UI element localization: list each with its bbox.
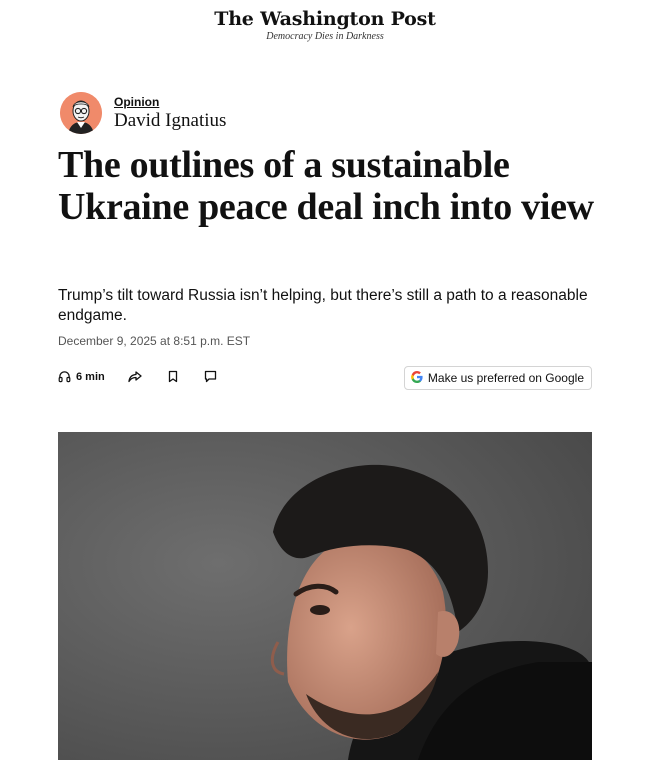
listen-button[interactable]: 6 min xyxy=(58,370,105,383)
google-icon xyxy=(410,370,424,386)
article-toolbar: 6 min Make us preferred on Google xyxy=(58,366,592,390)
byline-text: Opinion David Ignatius xyxy=(114,95,226,132)
section-link-opinion[interactable]: Opinion xyxy=(114,95,226,109)
make-preferred-on-google-button[interactable]: Make us preferred on Google xyxy=(403,366,592,390)
lead-photo[interactable] xyxy=(58,432,592,760)
article-subheadline: Trump’s tilt toward Russia isn’t helping… xyxy=(58,287,588,324)
masthead-tagline: Democracy Dies in Darkness xyxy=(266,31,384,42)
comment-icon xyxy=(204,370,217,383)
author-avatar[interactable] xyxy=(60,92,102,134)
byline: Opinion David Ignatius xyxy=(60,92,226,134)
publish-timestamp: December 9, 2025 at 8:51 p.m. EST xyxy=(58,334,251,348)
lead-photo-portrait xyxy=(58,432,592,760)
headphones-icon xyxy=(58,370,71,383)
bookmark-icon xyxy=(167,370,179,383)
save-button[interactable] xyxy=(167,370,179,383)
make-preferred-on-google-label: Make us preferred on Google xyxy=(427,371,584,385)
share-button[interactable] xyxy=(128,370,142,383)
share-icon xyxy=(128,370,142,383)
listen-duration: 6 min xyxy=(76,370,105,383)
author-portrait-illustration xyxy=(60,92,102,134)
masthead: The Washington Post Democracy Dies in Da… xyxy=(0,8,650,42)
washington-post-logo[interactable]: The Washington Post xyxy=(0,8,650,30)
comments-button[interactable] xyxy=(204,370,217,383)
article-headline: The outlines of a sustainable Ukraine pe… xyxy=(58,144,594,228)
author-name[interactable]: David Ignatius xyxy=(114,110,226,132)
